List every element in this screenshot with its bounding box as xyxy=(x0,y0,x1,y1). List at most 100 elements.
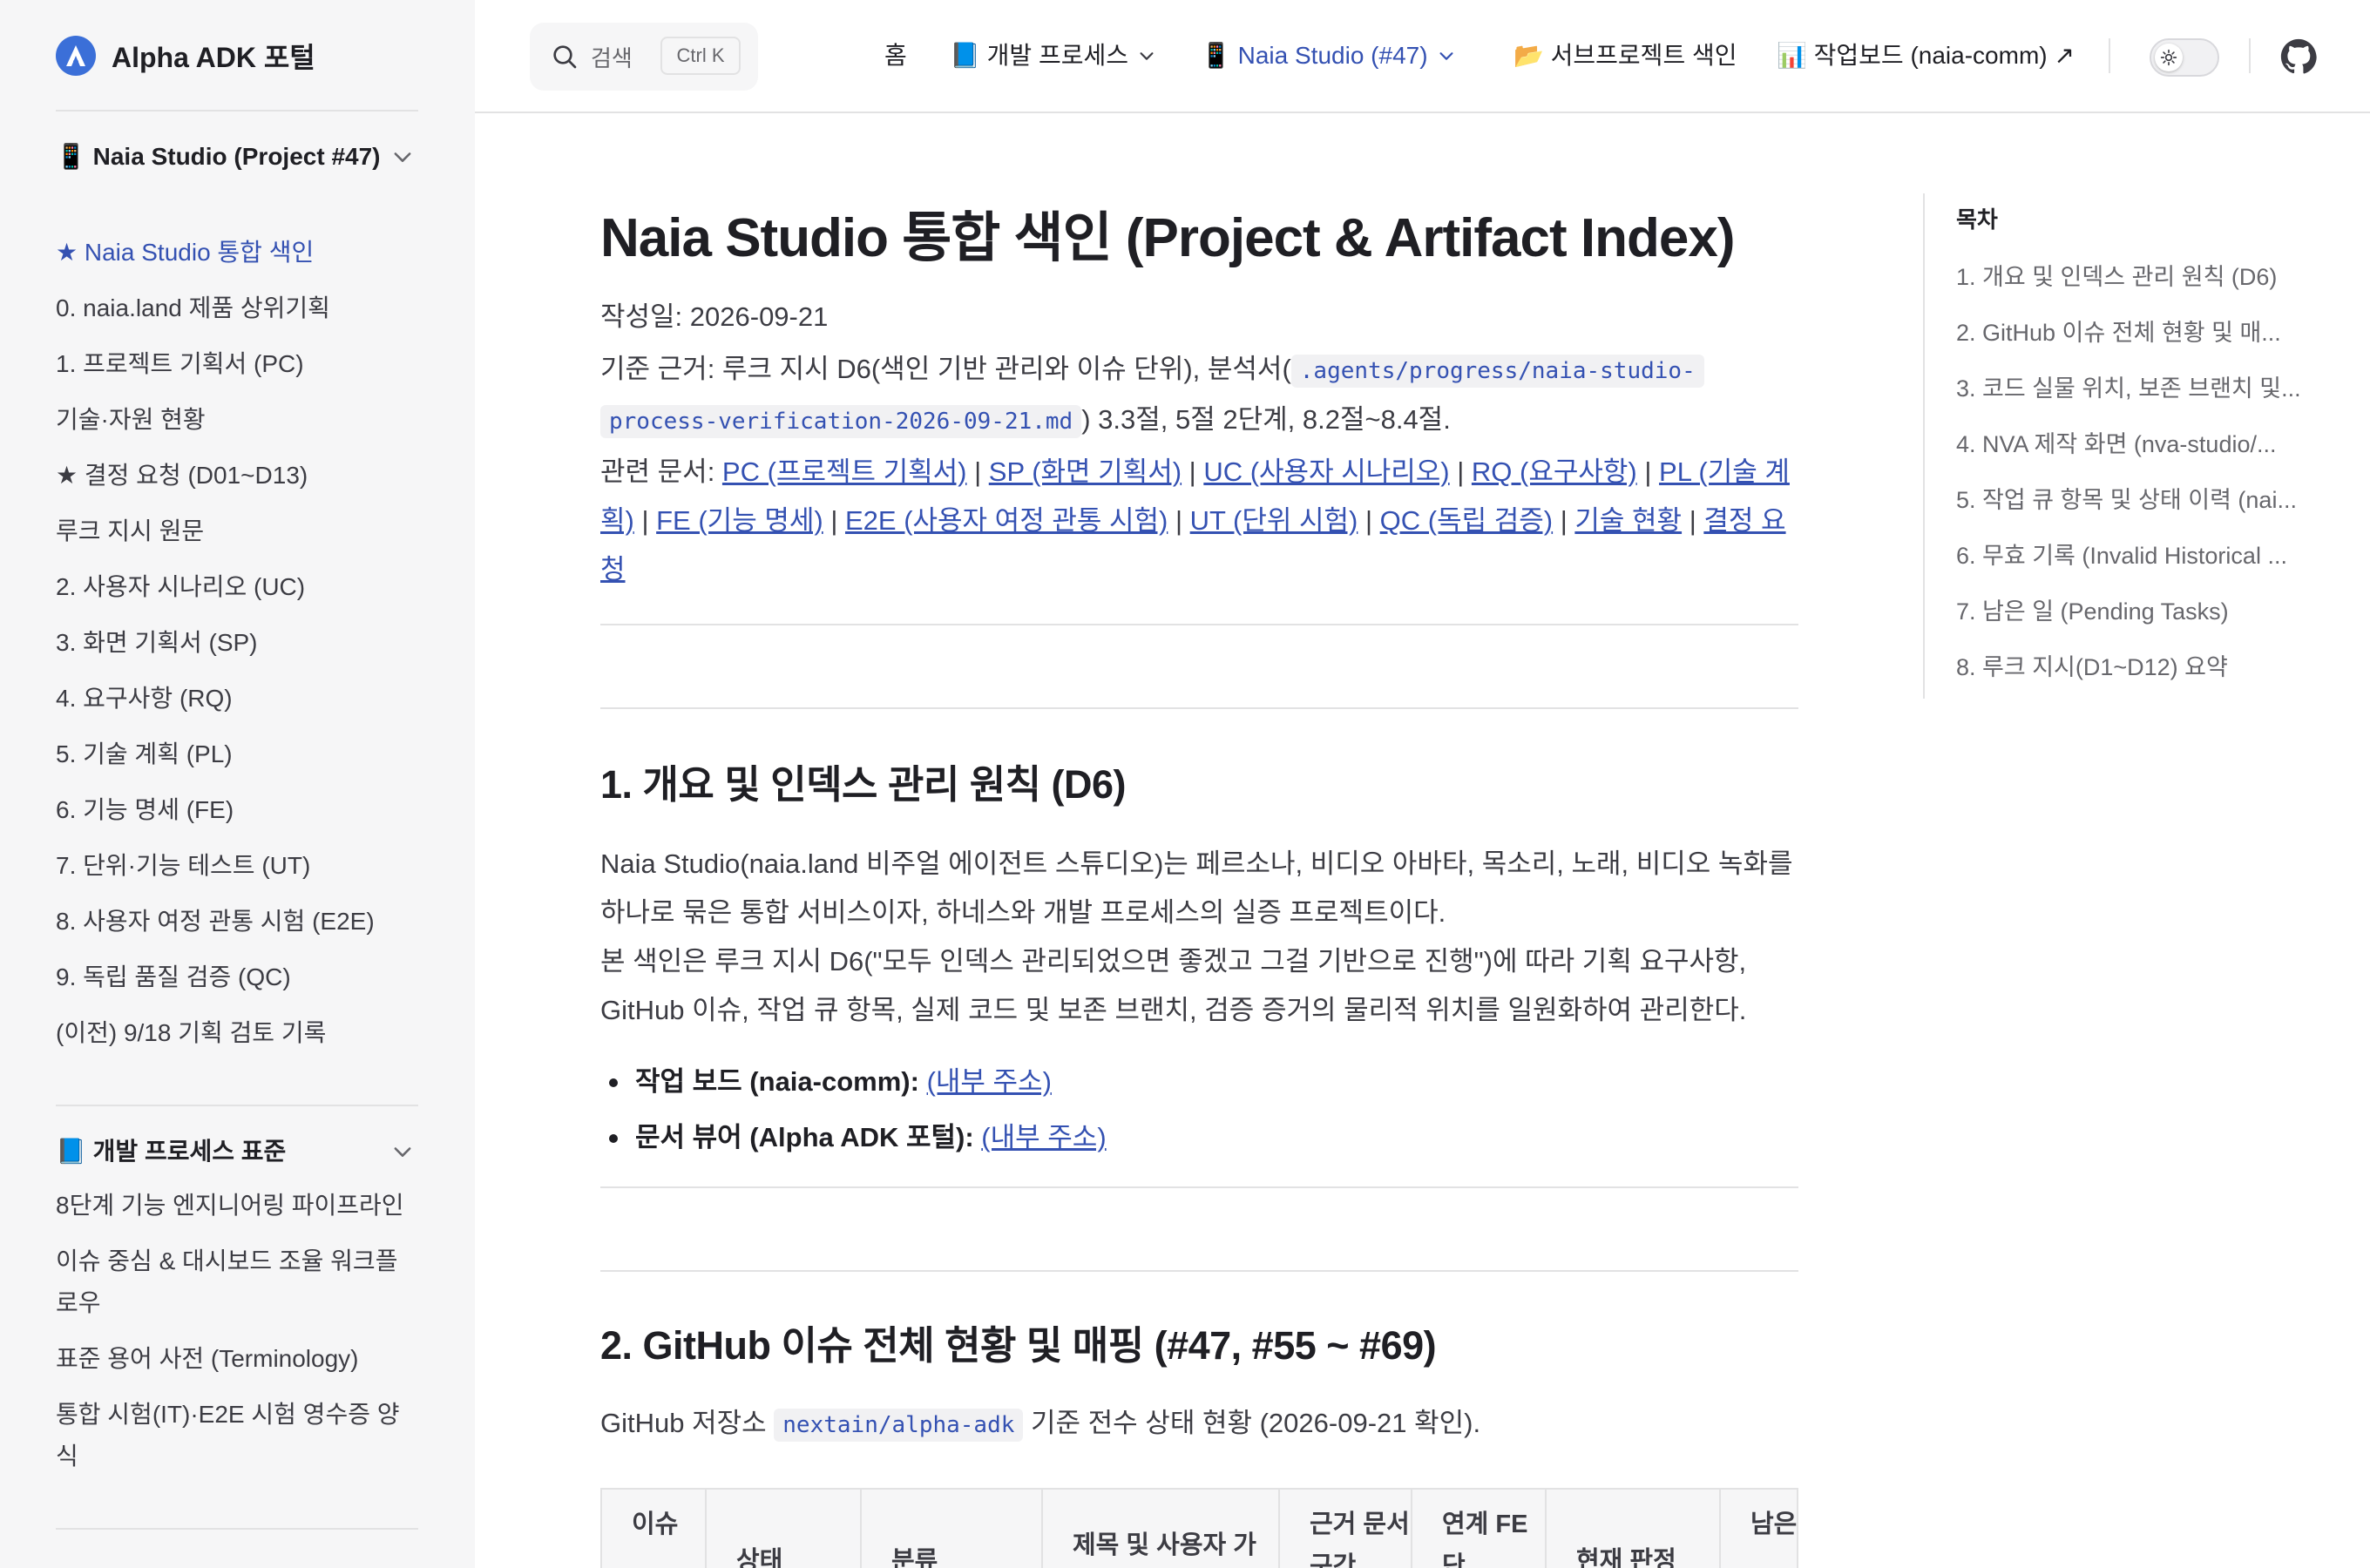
toc-item[interactable]: 1. 개요 및 인덱스 관리 원칙 (D6) xyxy=(1956,260,2331,294)
sun-icon xyxy=(2155,44,2183,71)
sidebar-item[interactable]: 4. 요구사항 (RQ) xyxy=(56,678,422,720)
link-uc[interactable]: UC (사용자 시나리오) xyxy=(1203,456,1449,487)
nav-dev-process-label: 📘 개발 프로세스 xyxy=(950,42,1128,69)
table-of-contents: 목차 1. 개요 및 인덱스 관리 원칙 (D6) 2. GitHub 이슈 전… xyxy=(1923,193,2333,699)
section-1-paragraph-2: 본 색인은 루크 지시 D6("모두 인덱스 관리되었으면 좋겠고 그걸 기반으… xyxy=(600,946,1747,1025)
github-icon[interactable] xyxy=(2280,38,2317,75)
toc-item[interactable]: 6. 무효 기록 (Invalid Historical ... xyxy=(1956,538,2331,573)
section-2-prefix: GitHub 저장소 xyxy=(600,1408,775,1438)
list-item: 문서 뷰어 (Alpha ADK 포털): (내부 주소) xyxy=(609,1113,1107,1162)
nav-home[interactable]: 홈 xyxy=(884,35,907,77)
section-1-paragraph-1: Naia Studio(naia.land 비주얼 에이전트 스튜디오)는 페르… xyxy=(600,848,1793,928)
repo-code: nextain/alpha-adk xyxy=(774,1409,1024,1442)
separator: | xyxy=(1182,456,1204,487)
sidebar-item[interactable]: 6. 기능 명세 (FE) xyxy=(56,789,422,831)
sidebar-item[interactable]: 0. naia.land 제품 상위기획 xyxy=(56,287,422,329)
separator: | xyxy=(1636,456,1660,487)
basis-paragraph: 기준 근거: 루크 지시 D6(색인 기반 관리와 이슈 단위), 분석서(.a… xyxy=(600,345,1794,446)
nav-subproject-index-label: 📂 서브프로젝트 색인 xyxy=(1513,42,1737,69)
sidebar-item[interactable]: ★ Naia Studio 통합 색인 xyxy=(56,232,422,274)
divider xyxy=(600,707,1798,709)
link-tech-status[interactable]: 기술 현황 xyxy=(1574,505,1682,536)
analysis-file-code: .agents/progress/naia-studio- xyxy=(1290,355,1704,388)
link-sp[interactable]: SP (화면 기획서) xyxy=(989,456,1182,487)
sidebar-item[interactable]: 9. 독립 품질 검증 (QC) xyxy=(56,956,422,998)
sidebar-item[interactable]: ★ 결정 요청 (D01~D13) xyxy=(56,455,422,497)
sidebar-item[interactable]: (이전) 9/18 기획 검토 기록 xyxy=(56,1012,422,1054)
sidebar-item[interactable]: 8. 사용자 여정 관통 시험 (E2E) xyxy=(56,901,422,943)
related-prefix: 관련 문서: xyxy=(600,456,722,487)
nav-workboard-label: 📊 작업보드 (naia-comm) ↗ xyxy=(1777,42,2075,69)
separator: | xyxy=(1553,505,1575,536)
nav-divider xyxy=(2109,38,2110,73)
nav-dev-process[interactable]: 📘 개발 프로세스 xyxy=(950,35,1156,77)
sidebar-group-dev-process[interactable]: 📘 개발 프로세스 표준 xyxy=(56,1131,387,1173)
theme-toggle[interactable] xyxy=(2150,38,2219,77)
sidebar-item[interactable]: 이슈 중심 & 대시보드 조율 워크플로우 xyxy=(56,1240,404,1324)
sidebar-item[interactable]: 표준 용어 사전 (Terminology) xyxy=(56,1338,422,1380)
sidebar-divider xyxy=(56,1528,418,1530)
date-line: 작성일: 2026-09-21 xyxy=(600,301,829,332)
separator: | xyxy=(1449,456,1472,487)
separator: | xyxy=(1358,505,1380,536)
link-ut[interactable]: UT (단위 시험) xyxy=(1190,505,1358,536)
sidebar-item[interactable]: 기술·자원 현황 xyxy=(56,399,422,441)
sidebar-item[interactable]: 5. 기술 계획 (PL) xyxy=(56,733,422,775)
sidebar-item[interactable]: 3. 화면 기획서 (SP) xyxy=(56,622,422,664)
link-e2e[interactable]: E2E (사용자 여정 관통 시험) xyxy=(845,505,1168,536)
search-button[interactable]: 검색 Ctrl K xyxy=(530,23,758,91)
search-shortcut: Ctrl K xyxy=(660,37,741,75)
sidebar-item[interactable]: 7. 단위·기능 테스트 (UT) xyxy=(56,845,422,887)
sidebar-group-naia-studio[interactable]: 📱 Naia Studio (Project #47) xyxy=(56,136,387,178)
toc-item[interactable]: 2. GitHub 이슈 전체 현황 및 매... xyxy=(1956,315,2331,350)
sidebar-item[interactable]: 루크 지시 원문 xyxy=(56,510,422,552)
chevron-down-icon[interactable] xyxy=(390,145,415,169)
separator: | xyxy=(1682,505,1704,536)
table-header: 상태 xyxy=(707,1490,862,1568)
separator: | xyxy=(633,505,657,536)
toc-item[interactable]: 7. 남은 일 (Pending Tasks) xyxy=(1956,594,2331,629)
nav-subproject-index[interactable]: 📂 서브프로젝트 색인 xyxy=(1513,35,1737,77)
nav-workboard[interactable]: 📊 작업보드 (naia-comm) ↗ xyxy=(1777,35,2075,77)
sidebar-item[interactable]: 1. 프로젝트 기획서 (PC) xyxy=(56,343,422,385)
table-header: 남은 일 (Pen xyxy=(1750,1511,1798,1538)
link-pc[interactable]: PC (프로젝트 기획서) xyxy=(722,456,967,487)
table-header: 근거 문서 구간 xyxy=(1280,1490,1412,1568)
sidebar-divider xyxy=(56,1105,418,1106)
section-2-suffix: 기준 전수 상태 현황 (2026-09-21 확인). xyxy=(1023,1408,1481,1438)
toc-item[interactable]: 8. 루크 지시(D1~D12) 요약 xyxy=(1956,650,2331,685)
nav-divider xyxy=(2249,38,2251,73)
toc-item[interactable]: 3. 코드 실물 위치, 보존 브랜치 및... xyxy=(1956,371,2331,406)
basis-prefix: 기준 근거: 루크 지시 D6(색인 기반 관리와 이슈 단위), 분석서( xyxy=(600,354,1291,384)
table-header: 연계 FE 단 xyxy=(1412,1490,1547,1568)
site-logo-link[interactable]: Alpha ADK 포털 xyxy=(56,35,315,77)
related-docs: 관련 문서: PC (프로젝트 기획서) | SP (화면 기획서) | UC … xyxy=(600,448,1794,594)
sidebar-item[interactable]: 8단계 기능 엔지니어링 파이프라인 xyxy=(56,1185,422,1227)
link-fe[interactable]: FE (기능 명세) xyxy=(656,505,823,536)
top-nav: 검색 Ctrl K 홈 📘 개발 프로세스 📱 Naia Studio (#47… xyxy=(475,0,2370,113)
sidebar-item[interactable]: 2. 사용자 시나리오 (UC) xyxy=(56,566,422,608)
chevron-down-icon xyxy=(1439,52,1453,60)
sidebar-divider xyxy=(56,110,418,112)
logo-icon xyxy=(56,36,96,76)
divider xyxy=(600,1270,1798,1272)
table-header: 이슈 xyxy=(602,1490,707,1568)
link-qc[interactable]: QC (독립 검증) xyxy=(1380,505,1553,536)
nav-naia-studio[interactable]: 📱 Naia Studio (#47) xyxy=(1201,35,1456,77)
doc-viewer-link[interactable]: (내부 주소) xyxy=(981,1122,1106,1152)
toc-title: 목차 xyxy=(1956,206,1998,233)
toc-item[interactable]: 5. 작업 큐 항목 및 상태 이력 (nai... xyxy=(1956,483,2331,517)
separator: | xyxy=(1168,505,1190,536)
sidebar-item[interactable]: 통합 시험(IT)·E2E 시험 영수증 양식 xyxy=(56,1394,404,1477)
divider xyxy=(600,1186,1798,1188)
search-label: 검색 xyxy=(591,44,633,71)
section-1-heading: 1. 개요 및 인덱스 관리 원칙 (D6) xyxy=(600,762,1127,807)
toc-item[interactable]: 4. NVA 제작 화면 (nva-studio/... xyxy=(1956,427,2331,462)
workboard-link[interactable]: (내부 주소) xyxy=(927,1066,1052,1097)
chevron-down-icon[interactable] xyxy=(390,1139,415,1164)
bullet-label: 문서 뷰어 (Alpha ADK 포털): xyxy=(635,1122,974,1152)
doc-content: Naia Studio 통합 색인 (Project & Artifact In… xyxy=(600,113,1798,1568)
link-rq[interactable]: RQ (요구사항) xyxy=(1472,456,1637,487)
section-2-heading: 2. GitHub 이슈 전체 현황 및 매핑 (#47, #55 ~ #69) xyxy=(600,1323,1437,1368)
separator: | xyxy=(966,456,989,487)
